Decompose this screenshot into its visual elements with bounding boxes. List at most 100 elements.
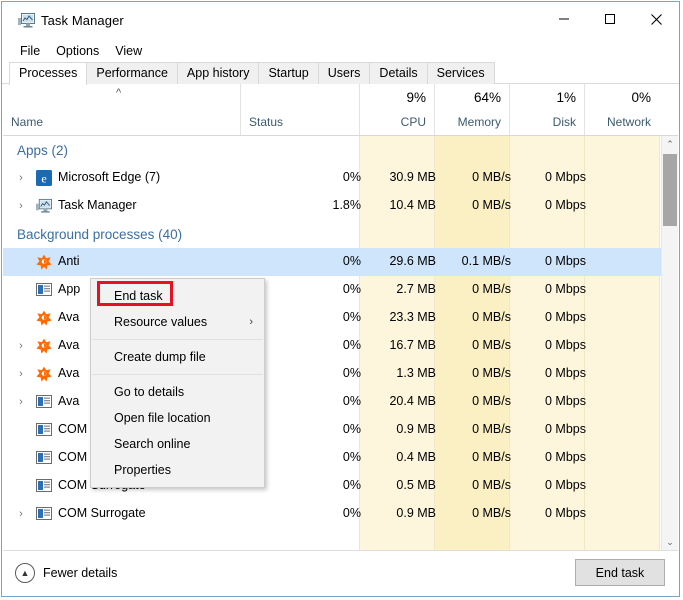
column-header-disk[interactable]: 1% Disk xyxy=(509,84,584,135)
sort-ascending-icon: ^ xyxy=(116,88,121,99)
tab-startup[interactable]: Startup xyxy=(258,62,318,84)
fewer-details-button[interactable]: ▲ Fewer details xyxy=(15,563,117,583)
column-header-memory[interactable]: 64% Memory xyxy=(434,84,509,135)
maximize-button[interactable] xyxy=(587,2,633,36)
column-header-cpu[interactable]: 9% CPU xyxy=(359,84,434,135)
app-icon xyxy=(36,422,52,438)
context-item-label: End task xyxy=(114,289,163,303)
process-disk-value: 0 MB/s xyxy=(443,422,511,436)
maximize-icon xyxy=(604,13,616,25)
context-menu-separator xyxy=(92,374,263,375)
svg-text:e: e xyxy=(41,172,46,186)
process-group-label: Apps (2) xyxy=(3,143,68,158)
process-memory-value: 29.6 MB xyxy=(368,254,436,268)
column-pct-memory: 64% xyxy=(474,90,501,105)
minimize-icon xyxy=(558,13,570,25)
app-icon xyxy=(36,450,52,466)
status-bar: ▲ Fewer details End task xyxy=(3,550,678,595)
process-network-value: 0 Mbps xyxy=(518,198,586,212)
column-label-cpu: CPU xyxy=(401,115,426,129)
context-menu-item-resource-values[interactable]: Resource values › xyxy=(91,309,264,335)
process-network-value: 0 Mbps xyxy=(518,338,586,352)
column-label-disk: Disk xyxy=(553,115,576,129)
context-item-label: Resource values xyxy=(114,315,207,329)
process-row[interactable]: Anti 0% 29.6 MB 0.1 MB/s 0 Mbps xyxy=(3,248,661,276)
menu-file[interactable]: File xyxy=(12,42,48,60)
expand-chevron-right-icon[interactable]: › xyxy=(16,172,26,184)
tab-details[interactable]: Details xyxy=(369,62,427,84)
expand-chevron-right-icon[interactable]: › xyxy=(16,200,26,212)
process-network-value: 0 Mbps xyxy=(518,254,586,268)
process-row[interactable]: ›Task Manager1.8%10.4 MB0 MB/s0 Mbps xyxy=(3,192,661,220)
expand-chevron-right-icon[interactable]: › xyxy=(16,368,26,380)
process-name: Ava xyxy=(58,310,79,324)
process-disk-value: 0 MB/s xyxy=(443,478,511,492)
context-menu-item-end-task[interactable]: End task xyxy=(91,283,264,309)
close-icon xyxy=(650,13,663,26)
menu-bar: File Options View xyxy=(2,40,150,61)
expand-chevron-right-icon[interactable]: › xyxy=(16,340,26,352)
process-memory-value: 0.4 MB xyxy=(368,450,436,464)
column-header-network[interactable]: 0% Network xyxy=(584,84,659,135)
process-cpu-value: 0% xyxy=(293,254,361,268)
scroll-up-arrow-icon[interactable]: ⌃ xyxy=(662,136,678,153)
process-cpu-value: 1.8% xyxy=(293,198,361,212)
expand-chevron-right-icon[interactable]: › xyxy=(16,396,26,408)
app-icon xyxy=(36,478,52,494)
end-task-button[interactable]: End task xyxy=(575,559,665,586)
process-cpu-value: 0% xyxy=(293,506,361,520)
tab-bar: Processes Performance App history Startu… xyxy=(2,62,679,84)
process-network-value: 0 Mbps xyxy=(518,366,586,380)
process-disk-value: 0.1 MB/s xyxy=(443,254,511,268)
context-menu-item-create-dump-file[interactable]: Create dump file xyxy=(91,344,264,370)
selected-cell-overlay xyxy=(584,248,659,276)
context-menu-item-go-to-details[interactable]: Go to details xyxy=(91,379,264,405)
process-cpu-value: 0% xyxy=(293,310,361,324)
process-network-value: 0 Mbps xyxy=(518,506,586,520)
context-item-label: Go to details xyxy=(114,385,184,399)
process-memory-value: 16.7 MB xyxy=(368,338,436,352)
column-header-status[interactable]: Status xyxy=(240,84,359,135)
context-menu-separator xyxy=(92,339,263,340)
column-pct-cpu: 9% xyxy=(406,90,426,105)
tab-app-history[interactable]: App history xyxy=(177,62,260,84)
process-memory-value: 0.9 MB xyxy=(368,506,436,520)
tab-processes[interactable]: Processes xyxy=(9,62,87,85)
minimize-button[interactable] xyxy=(541,2,587,36)
menu-options[interactable]: Options xyxy=(48,42,107,60)
process-row[interactable]: ›COM Surrogate0%0.9 MB0 MB/s0 Mbps xyxy=(3,500,661,528)
scroll-down-arrow-icon[interactable]: ⌄ xyxy=(662,534,678,551)
task-manager-monitor-icon xyxy=(18,13,35,28)
tab-performance[interactable]: Performance xyxy=(86,62,178,84)
expand-chevron-right-icon[interactable]: › xyxy=(16,508,26,520)
close-button[interactable] xyxy=(633,2,679,36)
process-network-value: 0 Mbps xyxy=(518,170,586,184)
process-memory-value: 20.4 MB xyxy=(368,394,436,408)
task-manager-window: Task Manager File Options View Processes… xyxy=(1,1,680,597)
scrollbar-thumb[interactable] xyxy=(663,154,677,226)
context-menu: End task Resource values › Create dump f… xyxy=(90,278,265,488)
tab-users[interactable]: Users xyxy=(318,62,371,84)
process-network-value: 0 Mbps xyxy=(518,478,586,492)
submenu-chevron-right-icon: › xyxy=(249,309,253,335)
process-row[interactable]: ›eMicrosoft Edge (7)0%30.9 MB0 MB/s0 Mbp… xyxy=(3,164,661,192)
process-memory-value: 10.4 MB xyxy=(368,198,436,212)
process-network-value: 0 Mbps xyxy=(518,310,586,324)
process-cpu-value: 0% xyxy=(293,170,361,184)
process-network-value: 0 Mbps xyxy=(518,394,586,408)
tab-services[interactable]: Services xyxy=(427,62,495,84)
process-disk-value: 0 MB/s xyxy=(443,450,511,464)
process-name: Anti xyxy=(58,254,80,268)
process-disk-value: 0 MB/s xyxy=(443,170,511,184)
vertical-scrollbar[interactable]: ⌃ ⌄ xyxy=(661,136,678,551)
process-memory-value: 0.9 MB xyxy=(368,422,436,436)
context-menu-item-properties[interactable]: Properties xyxy=(91,457,264,483)
process-cpu-value: 0% xyxy=(293,338,361,352)
process-name: App xyxy=(58,282,80,296)
column-header-name[interactable]: ^ Name xyxy=(3,84,240,135)
menu-view[interactable]: View xyxy=(107,42,150,60)
context-menu-item-open-file-location[interactable]: Open file location xyxy=(91,405,264,431)
column-label-network: Network xyxy=(607,115,651,129)
column-label-status: Status xyxy=(249,115,283,129)
context-menu-item-search-online[interactable]: Search online xyxy=(91,431,264,457)
